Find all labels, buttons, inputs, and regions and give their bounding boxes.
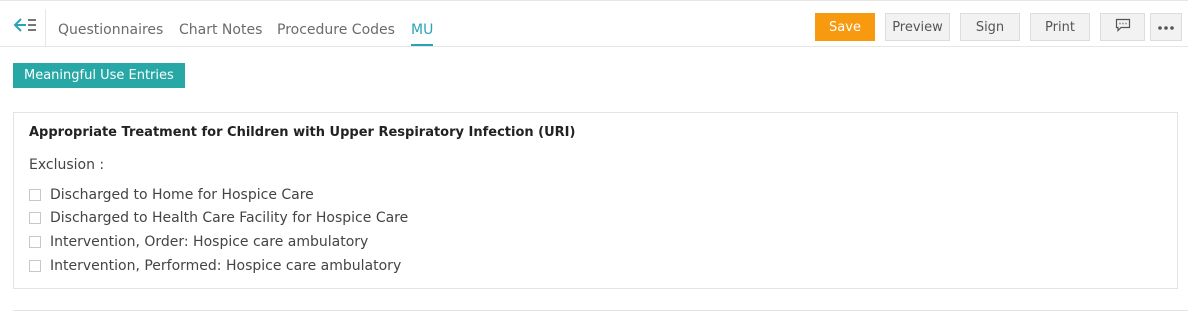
exclusion-item[interactable]: Intervention, Order: Hospice care ambula…	[29, 232, 368, 252]
sign-button[interactable]: Sign	[960, 13, 1020, 41]
exclusion-item-label: Discharged to Health Care Facility for H…	[50, 210, 409, 226]
exclusion-item[interactable]: Discharged to Health Care Facility for H…	[29, 208, 408, 228]
exclusion-item-label: Intervention, Performed: Hospice care am…	[50, 258, 402, 274]
section-divider	[13, 310, 1188, 311]
tab-questionnaires[interactable]: Questionnaires	[58, 22, 163, 44]
save-button[interactable]: Save	[815, 13, 875, 41]
exclusion-item[interactable]: Discharged to Home for Hospice Care	[29, 185, 314, 205]
more-button[interactable]	[1150, 13, 1182, 41]
print-button[interactable]: Print	[1030, 13, 1090, 41]
measure-title: Appropriate Treatment for Children with …	[29, 125, 576, 140]
toolbar-divider	[45, 9, 46, 47]
exclusion-label: Exclusion :	[29, 157, 105, 173]
comment-button[interactable]	[1100, 13, 1145, 41]
exclusion-checkbox[interactable]	[29, 212, 41, 224]
exclusion-item[interactable]: Intervention, Performed: Hospice care am…	[29, 256, 401, 276]
collapse-left-icon[interactable]	[13, 17, 37, 33]
exclusion-checkbox[interactable]	[29, 260, 41, 272]
exclusion-checkbox[interactable]	[29, 236, 41, 248]
exclusion-item-label: Discharged to Home for Hospice Care	[50, 187, 314, 203]
preview-button[interactable]: Preview	[885, 13, 950, 41]
tab-chart-notes[interactable]: Chart Notes	[179, 22, 262, 44]
tab-mu[interactable]: MU	[411, 22, 434, 46]
exclusion-item-label: Intervention, Order: Hospice care ambula…	[50, 234, 369, 250]
top-toolbar: Questionnaires Chart Notes Procedure Cod…	[0, 0, 1188, 47]
exclusion-checkbox[interactable]	[29, 189, 41, 201]
comment-icon	[1115, 18, 1131, 36]
tab-procedure-codes[interactable]: Procedure Codes	[277, 22, 395, 44]
mu-measure-panel: Appropriate Treatment for Children with …	[13, 112, 1178, 289]
meaningful-use-entries-button[interactable]: Meaningful Use Entries	[13, 63, 185, 88]
more-horizontal-icon	[1157, 20, 1175, 35]
